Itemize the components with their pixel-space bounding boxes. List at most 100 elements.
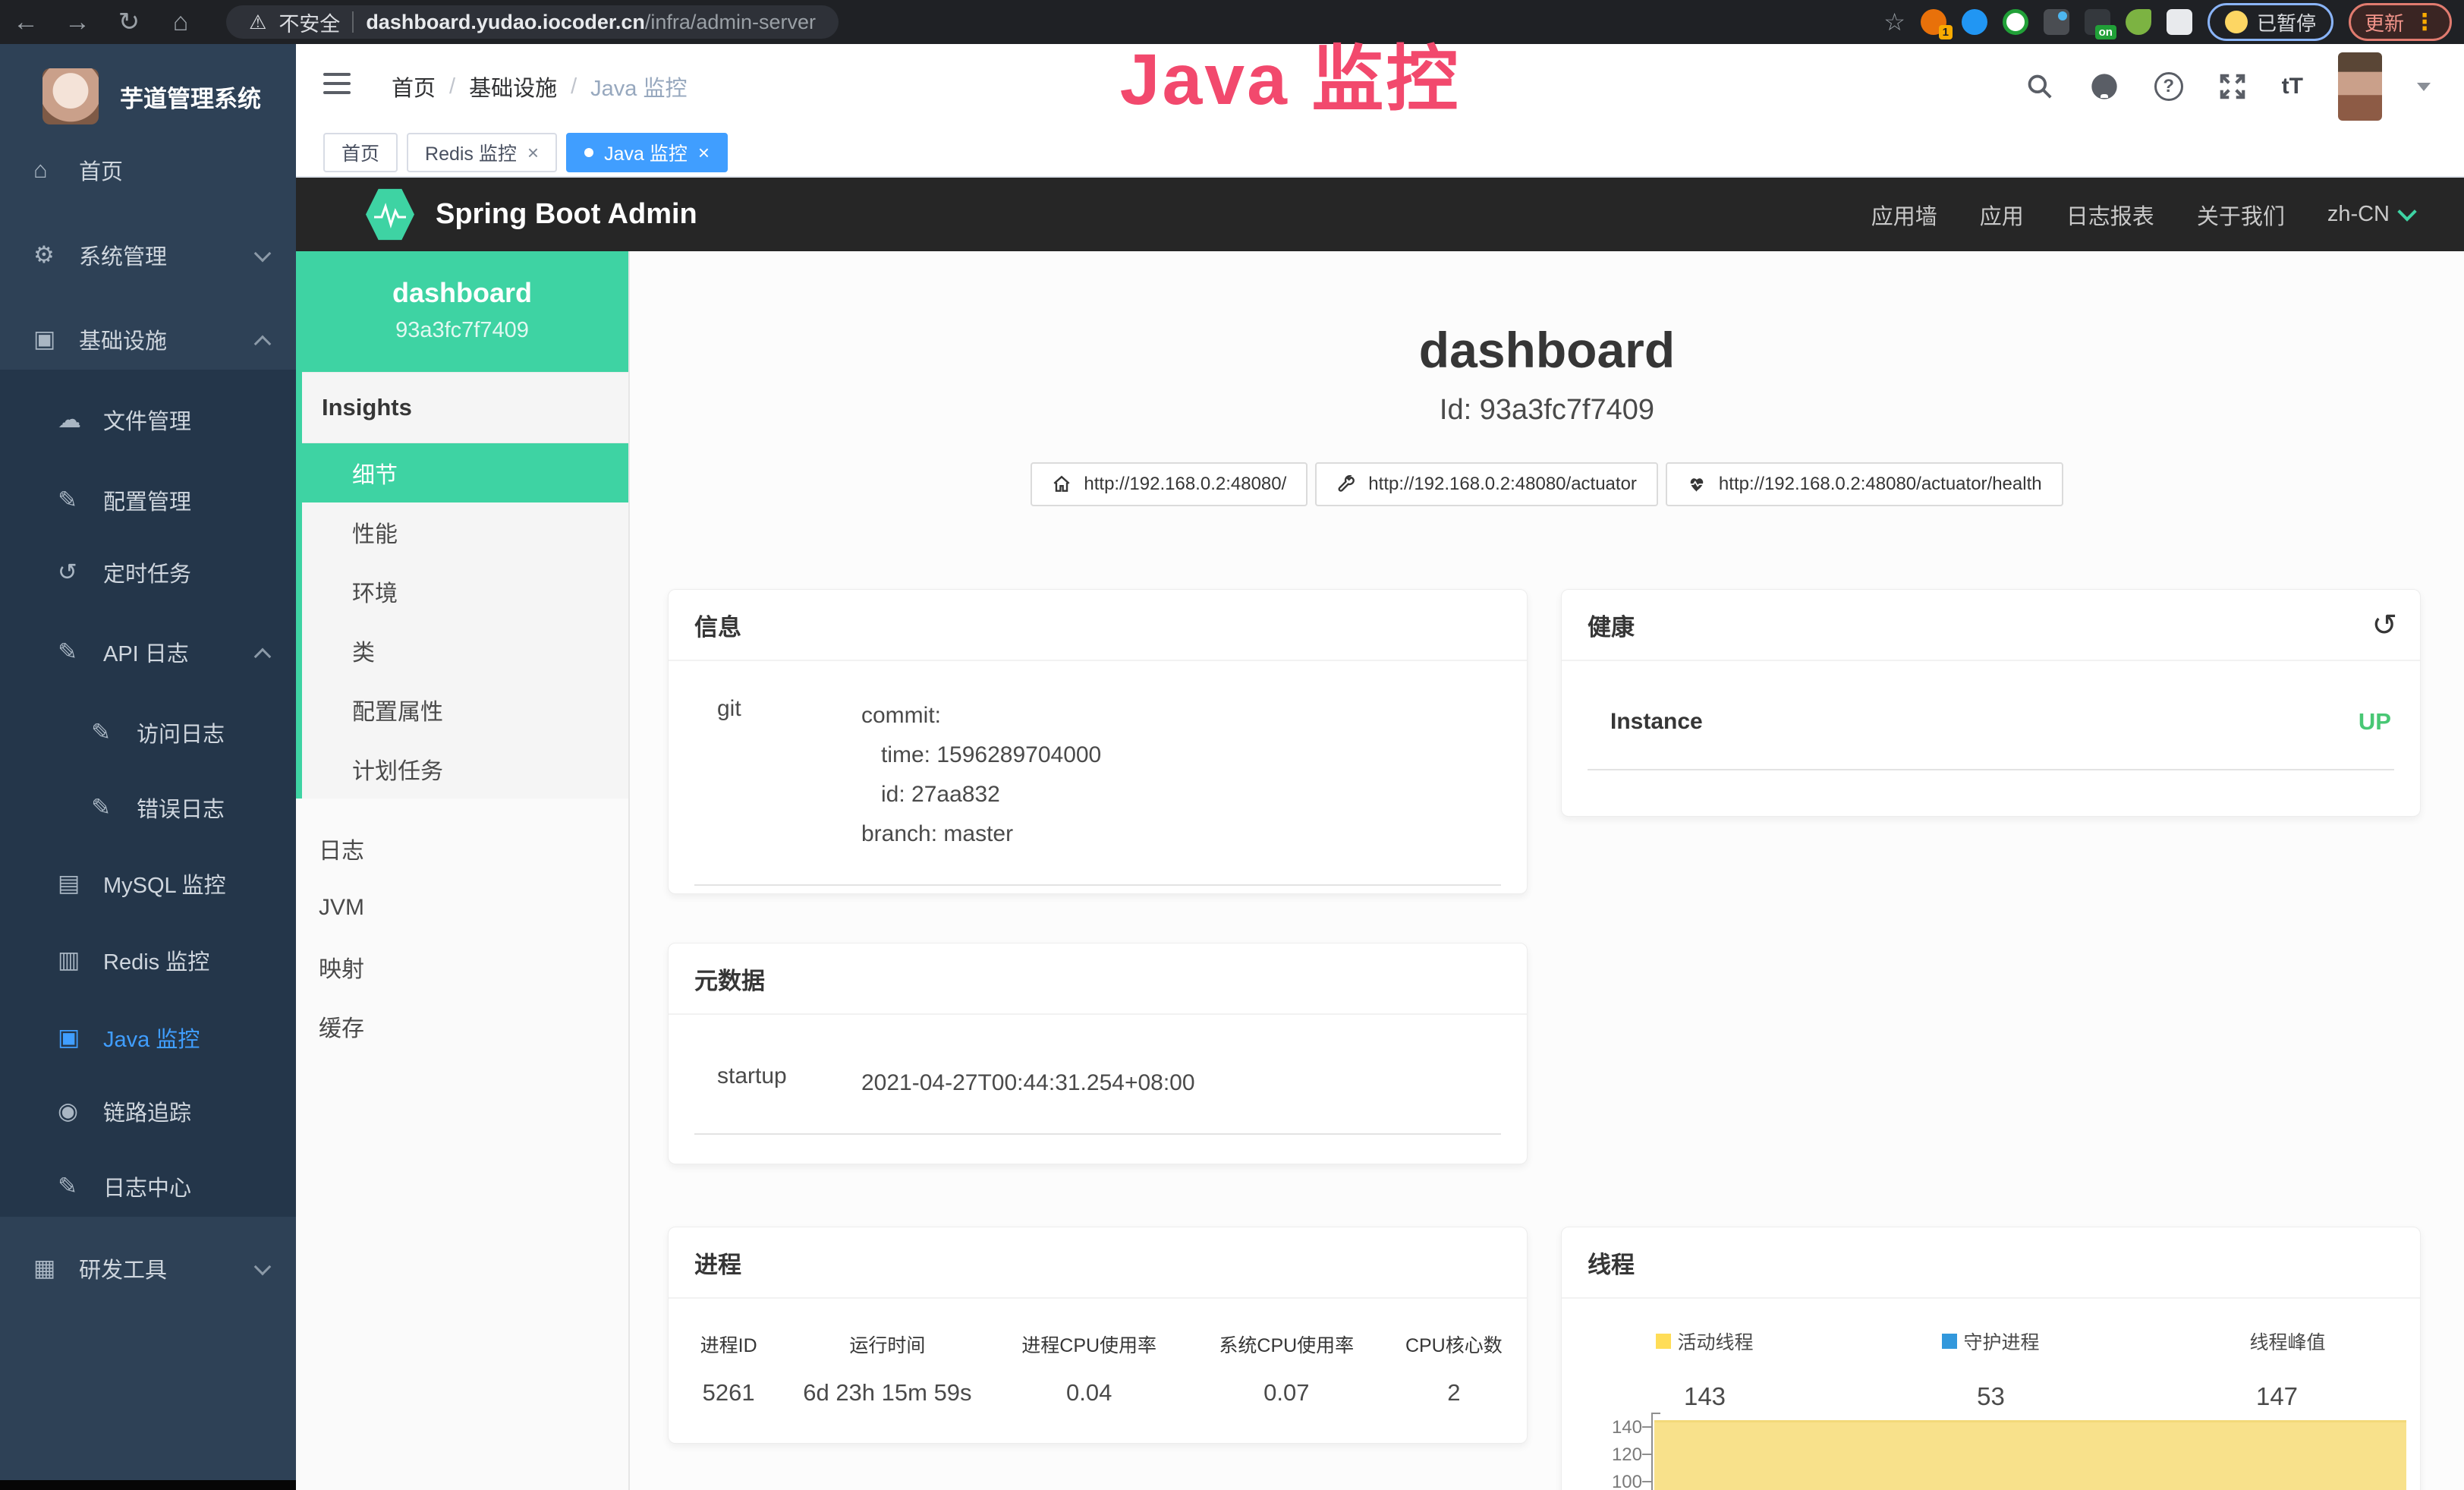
sba-menu-logs[interactable]: 日志 <box>296 819 628 878</box>
col-pid: 进程ID <box>669 1331 788 1358</box>
sba-nav-applications[interactable]: 应用 <box>1980 199 2024 231</box>
sba-nav-about[interactable]: 关于我们 <box>2197 199 2285 231</box>
app-logo[interactable]: 芋道管理系统 <box>42 68 261 124</box>
fullscreen-icon[interactable] <box>2218 72 2247 101</box>
tab-home[interactable]: 首页 <box>323 133 398 172</box>
history-icon[interactable]: ↺ <box>2371 608 2397 643</box>
app-title: 芋道管理系统 <box>120 80 261 114</box>
sidebar-item-home[interactable]: ⌂ 首页 <box>0 140 296 200</box>
search-icon[interactable] <box>2025 72 2054 101</box>
log-icon: ✎ <box>58 1173 103 1200</box>
close-icon[interactable]: × <box>527 141 539 165</box>
health-row-label: Instance <box>1610 709 1703 735</box>
sidebar-item-tracing[interactable]: ◉ 链路追踪 <box>0 1081 296 1142</box>
sidebar-item-redis-monitor[interactable]: ▥ Redis 监控 <box>0 930 296 991</box>
browser-reload-icon[interactable]: ↻ <box>103 7 155 37</box>
sidebar-item-files[interactable]: ☁ 文件管理 <box>0 389 296 450</box>
y-tick-120: 120 <box>1598 1444 1642 1466</box>
service-url-link[interactable]: http://192.168.0.2:48080/ <box>1031 462 1308 506</box>
tab-java-monitor[interactable]: Java 监控 × <box>566 133 728 172</box>
browser-menu-icon[interactable]: ⋮ <box>2413 9 2436 36</box>
sba-brand-title[interactable]: Spring Boot Admin <box>436 198 697 231</box>
extension-icon-green-circle[interactable] <box>2003 9 2028 35</box>
sba-menu-mappings[interactable]: 映射 <box>296 937 628 997</box>
sba-nav-wallboard[interactable]: 应用墙 <box>1871 199 1937 231</box>
health-instance-row[interactable]: Instance UP <box>1588 708 2394 770</box>
monitor-icon: ▣ <box>58 1024 103 1051</box>
breadcrumb-home[interactable]: 首页 <box>392 71 436 102</box>
close-icon[interactable]: × <box>698 141 710 165</box>
profile-paused-chip[interactable]: 已暂停 <box>2208 3 2333 41</box>
spring-boot-admin-logo[interactable] <box>366 188 414 241</box>
sidebar-item-infrastructure[interactable]: ▣ 基础设施 <box>0 309 296 370</box>
active-tab-dot <box>584 148 593 157</box>
sba-menu-jvm[interactable]: JVM <box>296 878 628 937</box>
app-sidebar: 芋道管理系统 ⌂ 首页 ⚙ 系统管理 ▣ 基础设施 ☁ 文件管理 ✎ 配置管理 … <box>0 44 296 1490</box>
git-branch-line: branch: master <box>861 814 1101 854</box>
extension-icon-orange[interactable]: 1 <box>1921 9 1946 35</box>
insights-section: Insights 细节 性能 环境 类 配置属性 计划任务 <box>296 372 628 799</box>
card-health-title: 健康 <box>1588 608 1635 642</box>
actuator-url-link[interactable]: http://192.168.0.2:48080/actuator <box>1315 462 1658 506</box>
browser-back-icon[interactable]: ← <box>0 8 52 37</box>
sba-menu-scheduled-tasks[interactable]: 计划任务 <box>302 739 628 799</box>
card-threads-title: 线程 <box>1562 1227 2420 1299</box>
sidebar-item-mysql-monitor[interactable]: ▤ MySQL 监控 <box>0 853 296 914</box>
sba-menu-caches[interactable]: 缓存 <box>296 997 628 1056</box>
git-commit-line: commit: <box>861 696 1101 736</box>
col-uptime: 运行时间 <box>788 1331 986 1358</box>
legend-live-threads: 活动线程 <box>1677 1328 1753 1355</box>
instance-name: dashboard <box>296 277 628 309</box>
y-tick-100: 100 <box>1598 1472 1642 1490</box>
browser-extensions-area: ☆ 1 on 已暂停 更新 ⋮ <box>1883 0 2452 44</box>
font-size-icon[interactable]: tT <box>2282 74 2303 99</box>
live-threads-area <box>1654 1420 2406 1490</box>
bookmark-star-icon[interactable]: ☆ <box>1883 8 1905 36</box>
sba-menu-config-props[interactable]: 配置属性 <box>302 680 628 739</box>
legend-peak-threads: 线程峰值 <box>2249 1328 2325 1355</box>
sidebar-item-system[interactable]: ⚙ 系统管理 <box>0 225 296 285</box>
extension-icon-list[interactable]: on <box>2085 9 2110 35</box>
y-axis-cap <box>1651 1413 1660 1414</box>
user-avatar[interactable] <box>2338 52 2382 121</box>
sidebar-item-access-logs[interactable]: ✎ 访问日志 <box>0 702 296 763</box>
locale-selector[interactable]: zh-CN <box>2327 202 2414 227</box>
user-menu-caret-icon[interactable] <box>2417 83 2431 91</box>
extension-icon-pin[interactable] <box>1962 9 1987 35</box>
sidebar-item-api-logs[interactable]: ✎ API 日志 <box>0 622 296 682</box>
sba-menu-classes[interactable]: 类 <box>302 621 628 680</box>
sidebar-item-log-center[interactable]: ✎ 日志中心 <box>0 1156 296 1217</box>
github-icon[interactable] <box>2089 71 2119 102</box>
extensions-puzzle-icon[interactable] <box>2167 9 2192 35</box>
val-uptime: 6d 23h 15m 59s <box>788 1379 986 1407</box>
address-bar[interactable]: ⚠ 不安全 dashboard.yudao.iocoder.cn/infra/a… <box>226 5 839 39</box>
sidebar-item-error-logs[interactable]: ✎ 错误日志 <box>0 777 296 838</box>
sba-menu-metrics[interactable]: 性能 <box>302 502 628 562</box>
extension-icon-leaf[interactable] <box>2126 9 2151 35</box>
sba-instance-sidebar: dashboard 93a3fc7f7409 Insights 细节 性能 环境… <box>296 251 630 1490</box>
instance-links: http://192.168.0.2:48080/ http://192.168… <box>630 462 2464 506</box>
help-icon[interactable]: ? <box>2154 72 2183 101</box>
chrome-update-button[interactable]: 更新 ⋮ <box>2349 3 2452 41</box>
browser-home-icon[interactable]: ⌂ <box>155 8 206 37</box>
tab-redis-monitor[interactable]: Redis 监控 × <box>407 133 557 172</box>
card-threads: 线程 活动线程 143 守护进程 53 线程峰值 147 140 120 100 <box>1561 1227 2421 1490</box>
sidebar-item-java-monitor[interactable]: ▣ Java 监控 <box>0 1007 296 1068</box>
browser-forward-icon[interactable]: → <box>52 8 103 37</box>
log-icon: ✎ <box>91 719 137 746</box>
sba-menu-details[interactable]: 细节 <box>302 443 628 502</box>
col-system-cpu: 系统CPU使用率 <box>1192 1331 1381 1358</box>
breadcrumb-infrastructure[interactable]: 基础设施 <box>469 71 557 102</box>
sba-nav-journal[interactable]: 日志报表 <box>2066 199 2154 231</box>
edit-icon: ✎ <box>58 487 103 514</box>
instance-header[interactable]: dashboard 93a3fc7f7409 <box>296 251 628 372</box>
sidebar-item-config[interactable]: ✎ 配置管理 <box>0 470 296 531</box>
health-url-link[interactable]: http://192.168.0.2:48080/actuator/health <box>1666 462 2063 506</box>
hamburger-icon[interactable] <box>323 73 351 94</box>
sidebar-item-dev-tools[interactable]: ▦ 研发工具 <box>0 1238 296 1299</box>
sidebar-item-scheduled-jobs[interactable]: ↺ 定时任务 <box>0 542 296 603</box>
process-table: 进程ID 运行时间 进程CPU使用率 系统CPU使用率 CPU核心数 5261 … <box>669 1331 1527 1407</box>
sba-menu-environment[interactable]: 环境 <box>302 562 628 621</box>
extension-icon-grid[interactable] <box>2044 9 2069 35</box>
threads-chart: 140 120 100 <box>1562 1408 2420 1490</box>
